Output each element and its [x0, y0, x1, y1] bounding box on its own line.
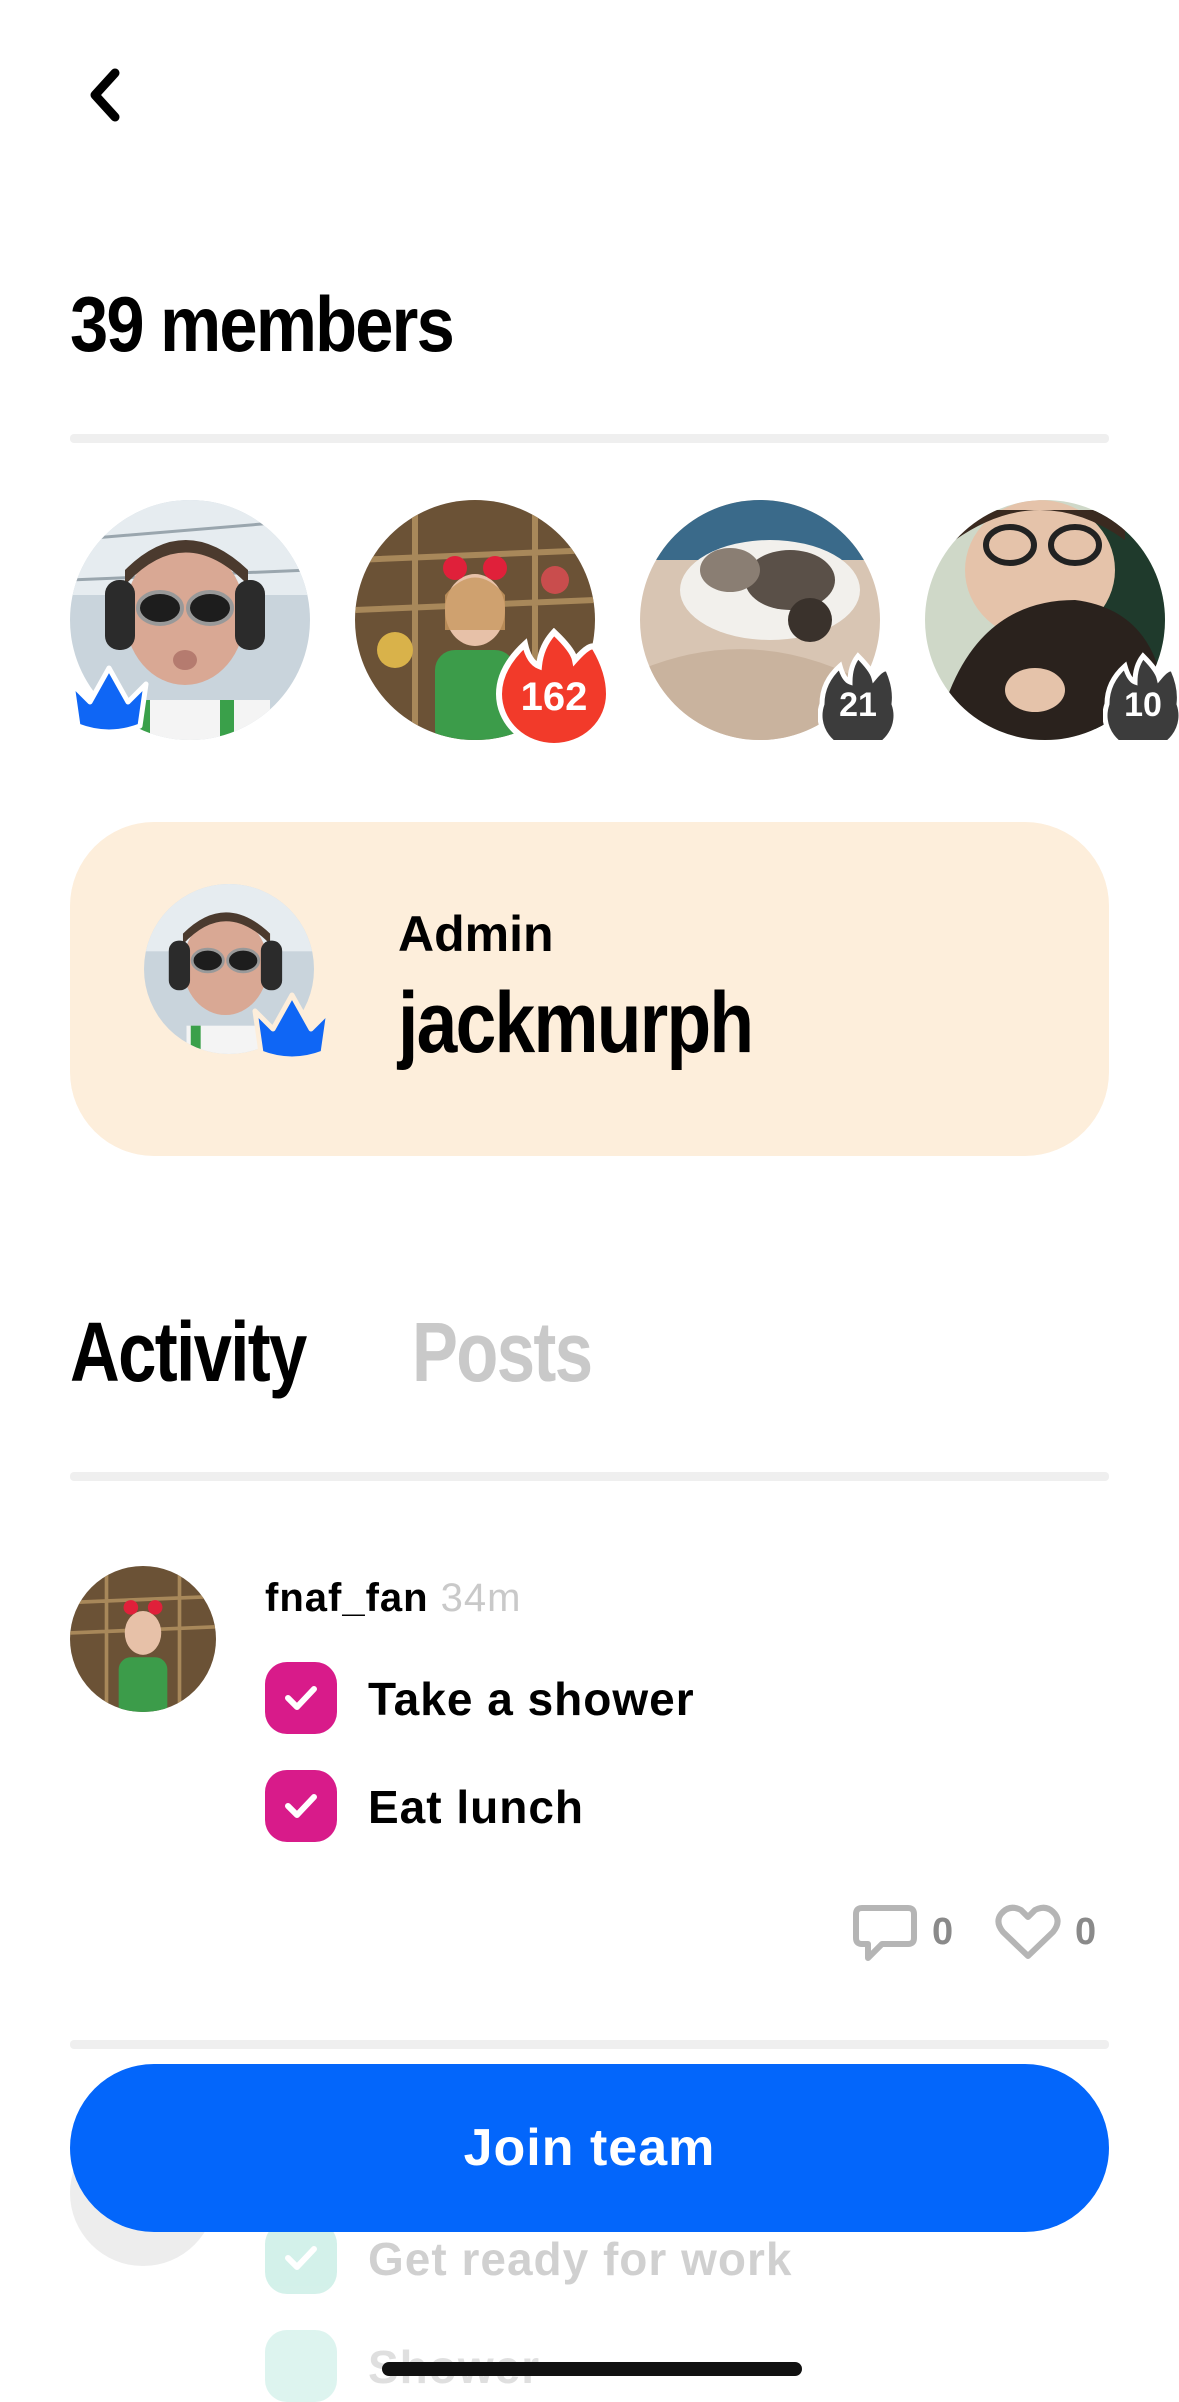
crown-icon [252, 992, 332, 1061]
member-avatar-2[interactable]: 162 [355, 500, 613, 746]
admin-username: jackmurph [398, 975, 754, 1071]
join-team-button[interactable]: Join team [70, 2064, 1109, 2232]
task-check [265, 2222, 337, 2294]
task-check [265, 1662, 337, 1734]
task-text: Take a shower [368, 1673, 695, 1725]
heart-icon [995, 1904, 1061, 1959]
crown-icon [69, 665, 149, 734]
streak-badge: 21 [818, 652, 898, 740]
checkmark-icon [285, 1794, 317, 1818]
divider [70, 434, 1109, 443]
streak-badge: 10 [1103, 652, 1179, 740]
home-indicator[interactable] [382, 2362, 802, 2376]
comment-button[interactable]: 0 [852, 1900, 953, 1964]
like-button[interactable]: 0 [995, 1902, 1096, 1962]
streak-badge: 162 [495, 628, 613, 746]
comment-count: 0 [932, 1910, 954, 1953]
task-text: Get ready for work [368, 2233, 793, 2285]
like-count: 0 [1075, 1910, 1097, 1953]
comment-icon [853, 1905, 917, 1961]
checkmark-icon [285, 2246, 317, 2270]
page-title: 39 members [70, 280, 455, 368]
chevron-left-icon [90, 68, 120, 122]
member-avatar-1[interactable] [69, 500, 310, 740]
activity-avatar[interactable] [70, 1566, 216, 1712]
task-check [265, 1770, 337, 1842]
back-button[interactable] [70, 60, 140, 130]
streak-count: 21 [839, 685, 877, 724]
task-text: Eat lunch [368, 1781, 585, 1833]
checkmark-icon [285, 1686, 317, 1710]
admin-avatar [144, 884, 332, 1061]
streak-count: 10 [1124, 685, 1162, 724]
member-avatar-3[interactable]: 21 [640, 500, 898, 740]
tab-posts[interactable]: Posts [412, 1310, 593, 1394]
admin-label: Admin [398, 906, 554, 962]
divider [70, 1472, 1109, 1481]
activity-time: 34m [440, 1576, 522, 1620]
divider [70, 2040, 1109, 2049]
task-check [265, 2330, 337, 2402]
activity-header: fnaf_fan 34m [265, 1576, 521, 1621]
member-avatar-4[interactable]: 10 [925, 500, 1179, 740]
activity-username[interactable]: fnaf_fan [265, 1576, 429, 1620]
streak-count: 162 [520, 674, 588, 719]
tab-activity[interactable]: Activity [70, 1310, 307, 1394]
